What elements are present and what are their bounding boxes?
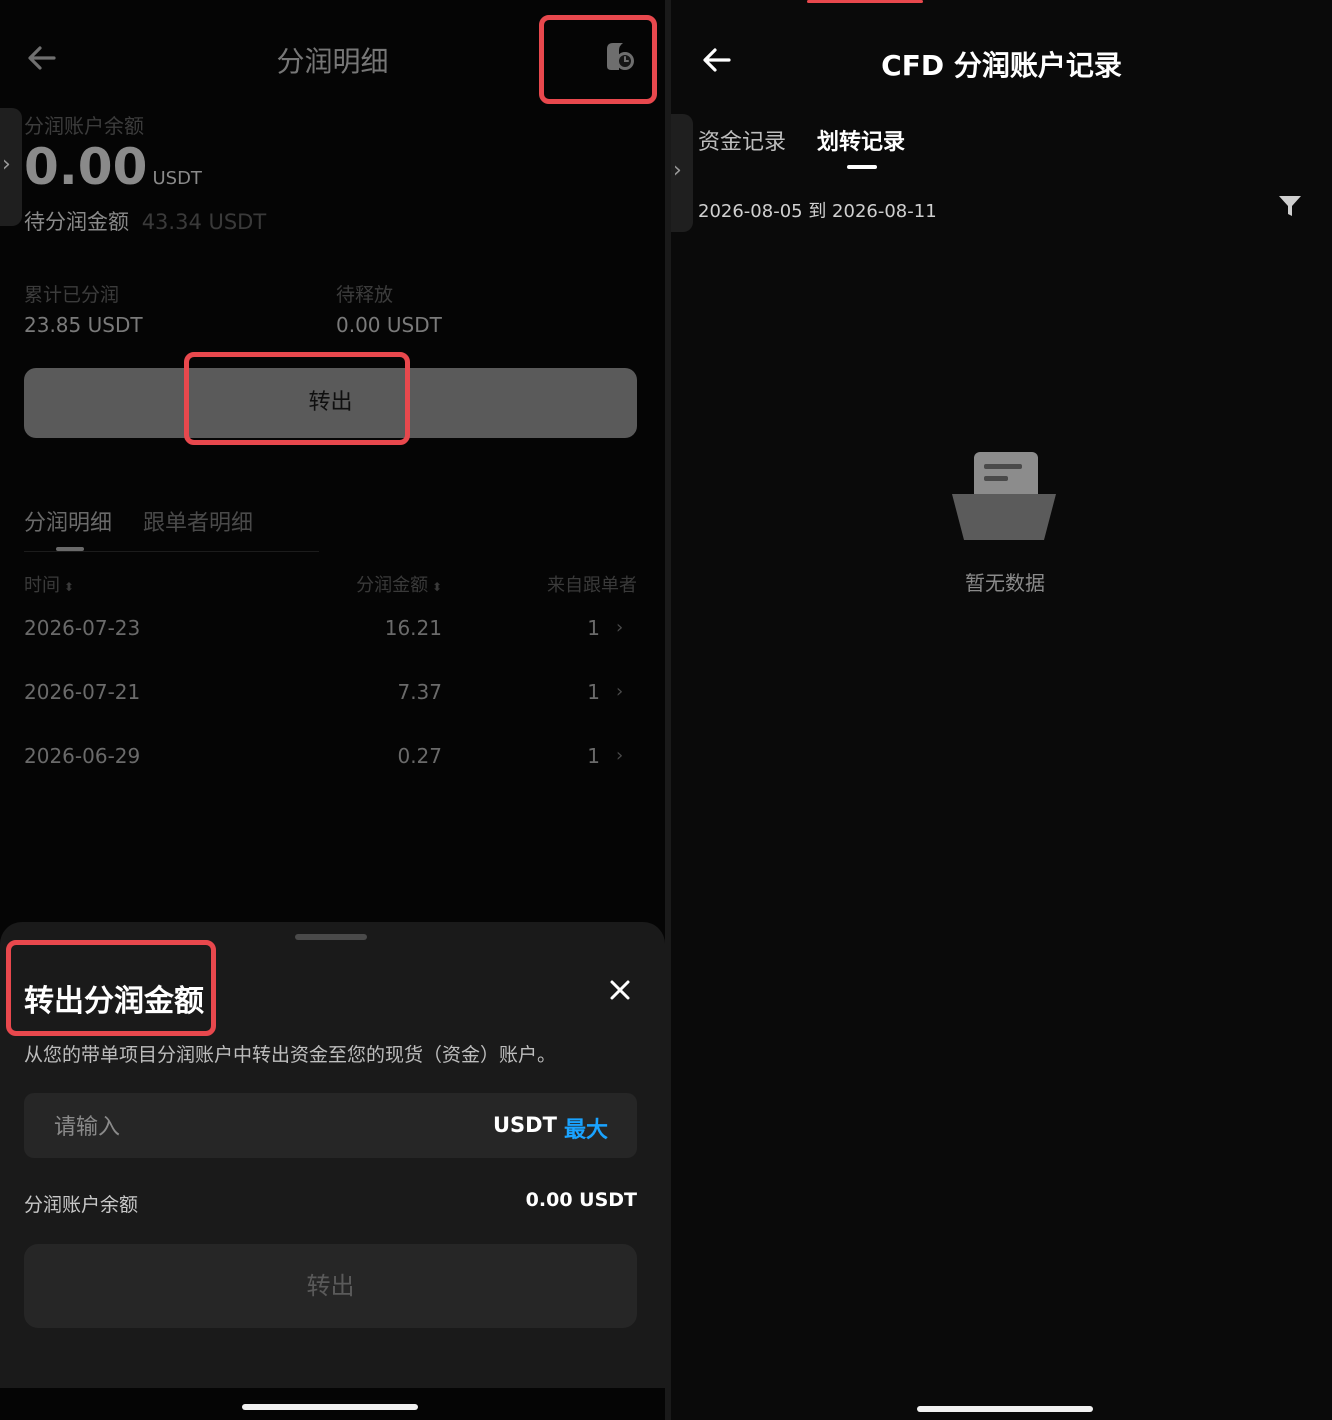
balance-value: 0.00 <box>24 138 148 196</box>
cumulative-value: 23.85 USDT <box>24 313 143 337</box>
col-header-follower: 来自跟单者 <box>547 575 637 596</box>
chevron-right-icon: › <box>2 152 11 177</box>
balance-unit: USDT <box>152 168 202 189</box>
sheet-grab-handle[interactable] <box>295 934 367 940</box>
row-date: 2026-07-23 <box>24 616 141 640</box>
home-indicator[interactable] <box>242 1404 418 1410</box>
tab-indicator <box>847 165 877 169</box>
chevron-right-icon: › <box>616 745 624 766</box>
sheet-balance-label: 分润账户余额 <box>24 1194 139 1216</box>
table-row[interactable]: 2026-07-23 16.21 1 › <box>0 606 665 654</box>
row-date: 2026-06-29 <box>24 744 141 768</box>
chevron-right-icon: › <box>616 681 624 702</box>
empty-folder-icon <box>948 446 1060 546</box>
page-title: CFD 分润账户记录 <box>881 49 1122 82</box>
tab-transfer-record[interactable]: 划转记录 <box>817 124 905 156</box>
cumulative-label: 累计已分润 <box>24 284 120 306</box>
submit-transfer-button[interactable]: 转出 <box>24 1244 637 1328</box>
home-indicator[interactable] <box>917 1406 1093 1412</box>
filter-icon[interactable] <box>1276 192 1304 220</box>
currency-label: USDT <box>493 1113 557 1137</box>
sort-icon: ⬍ <box>60 580 74 594</box>
side-drawer-handle[interactable]: › <box>671 114 693 232</box>
col-header-time[interactable]: 时间 ⬍ <box>24 571 74 597</box>
row-amount: 0.27 <box>397 744 442 768</box>
row-amount: 7.37 <box>397 680 442 704</box>
col-header-amount[interactable]: 分润金额 ⬍ <box>300 571 442 597</box>
tab-profit-detail[interactable]: 分润明细 <box>24 505 112 537</box>
pending-label: 待分润金额 <box>24 210 129 234</box>
chevron-right-icon: › <box>616 617 624 638</box>
sheet-description: 从您的带单项目分润账户中转出资金至您的现货（资金）账户。 <box>24 1044 557 1066</box>
row-amount: 16.21 <box>384 616 442 640</box>
to-release-value: 0.00 USDT <box>336 313 442 337</box>
sheet-balance-value: 0.00 USDT <box>525 1189 637 1211</box>
row-follower-count: 1 <box>587 616 600 640</box>
left-screen: 分润明细 › 分润账户余额 0.00 USDT 待分润金额 43.34 USDT… <box>0 0 665 1420</box>
balance-label: 分润账户余额 <box>24 114 144 138</box>
highlight-box-transfer <box>184 352 410 445</box>
right-screen: CFD 分润账户记录 › 资金记录 划转记录 2026-08-05 到 2026… <box>671 0 1332 1420</box>
balance-amount: 0.00 USDT <box>24 138 202 196</box>
close-icon[interactable] <box>604 974 636 1006</box>
sort-icon: ⬍ <box>428 580 442 594</box>
max-button[interactable]: 最大 <box>564 1112 608 1144</box>
row-follower-count: 1 <box>587 680 600 704</box>
highlight-box-sheet-title <box>6 940 216 1036</box>
top-highlight-edge <box>807 0 923 3</box>
empty-state-text: 暂无数据 <box>965 571 1045 595</box>
date-range[interactable]: 2026-08-05 到 2026-08-11 <box>698 197 937 223</box>
amount-input[interactable] <box>52 1096 436 1158</box>
tab-follower-detail[interactable]: 跟单者明细 <box>143 505 253 537</box>
to-release-label: 待释放 <box>336 284 394 306</box>
tab-funds-record[interactable]: 资金记录 <box>698 124 786 156</box>
chevron-right-icon: › <box>673 158 682 183</box>
row-follower-count: 1 <box>587 744 600 768</box>
table-row[interactable]: 2026-06-29 0.27 1 › <box>0 734 665 782</box>
side-drawer-handle[interactable]: › <box>0 108 22 226</box>
table-row[interactable]: 2026-07-21 7.37 1 › <box>0 670 665 718</box>
highlight-box-history <box>539 15 657 104</box>
pending-value: 43.34 USDT <box>141 210 267 234</box>
pending-row: 待分润金额 43.34 USDT <box>24 206 266 236</box>
tabs-divider <box>24 551 319 552</box>
row-date: 2026-07-21 <box>24 680 141 704</box>
